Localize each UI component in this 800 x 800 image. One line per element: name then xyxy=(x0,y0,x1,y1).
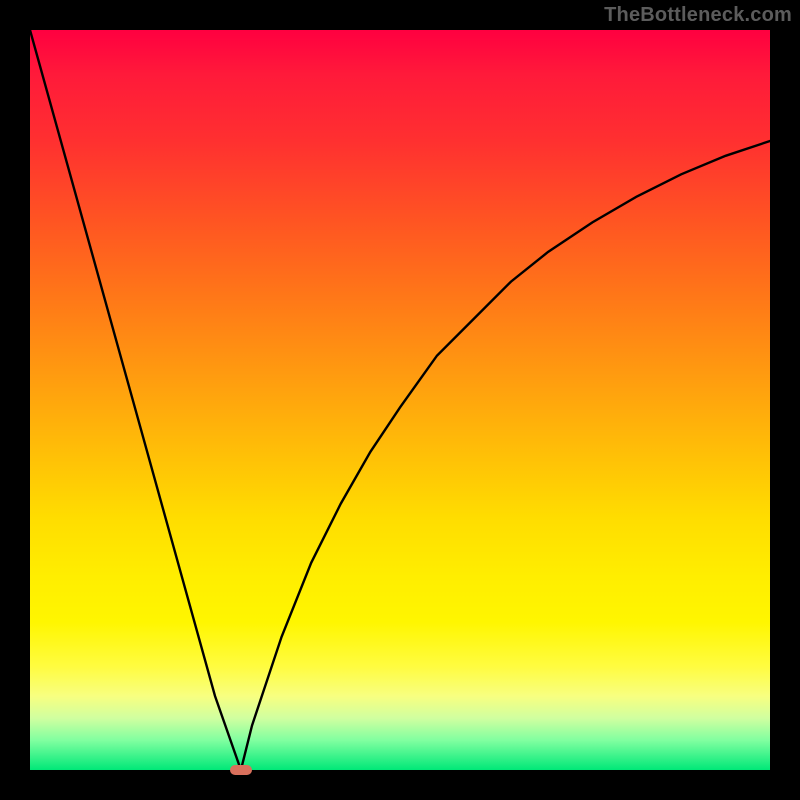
plot-area xyxy=(30,30,770,770)
watermark-text: TheBottleneck.com xyxy=(604,4,792,27)
chart-frame: TheBottleneck.com xyxy=(0,0,800,800)
min-marker xyxy=(230,765,252,775)
curve-path xyxy=(30,30,770,770)
curve-svg xyxy=(30,30,770,770)
